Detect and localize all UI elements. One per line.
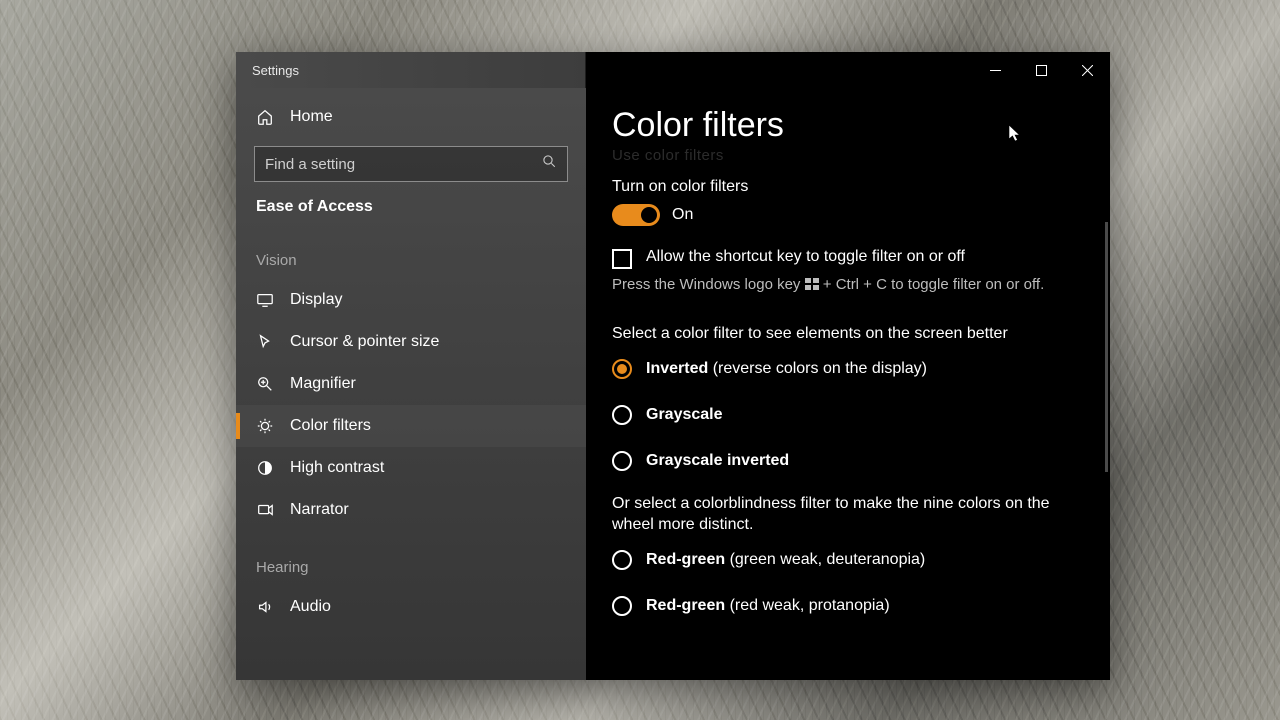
maximize-button[interactable] [1018, 52, 1064, 88]
sidebar-item-narrator[interactable]: Narrator [236, 489, 586, 531]
radio-button[interactable] [612, 359, 632, 379]
scrollbar[interactable] [1105, 222, 1108, 472]
search-input[interactable] [265, 156, 542, 173]
sidebar-item-label: Cursor & pointer size [290, 333, 439, 351]
sidebar-item-label: Audio [290, 598, 331, 616]
radio-button[interactable] [612, 550, 632, 570]
sidebar-item-magnifier[interactable]: Magnifier [236, 363, 586, 405]
radio-grayscale-inverted[interactable]: Grayscale inverted [612, 451, 1084, 471]
cursor-icon [256, 333, 274, 351]
shortcut-checkbox[interactable] [612, 249, 632, 269]
turn-on-label: Turn on color filters [612, 178, 1084, 196]
sidebar-category: Ease of Access [236, 198, 586, 224]
content-pane: Color filters Use color filters Turn on … [586, 88, 1110, 680]
radio-inverted[interactable]: Inverted (reverse colors on the display) [612, 359, 1084, 379]
radio-deuteranopia[interactable]: Red-green (green weak, deuteranopia) [612, 550, 1084, 570]
shortcut-checkbox-label: Allow the shortcut key to toggle filter … [646, 248, 965, 266]
sidebar-item-label: Magnifier [290, 375, 356, 393]
titlebar: Settings [236, 52, 1110, 88]
sidebar-item-color-filters[interactable]: Color filters [236, 405, 586, 447]
section-hearing: Hearing [236, 531, 586, 586]
sidebar-item-audio[interactable]: Audio [236, 586, 586, 616]
audio-icon [256, 598, 274, 616]
filter-select-label: Select a color filter to see elements on… [612, 323, 1082, 345]
radio-button[interactable] [612, 596, 632, 616]
page-title: Color filters [612, 106, 1084, 145]
radio-grayscale[interactable]: Grayscale [612, 405, 1084, 425]
settings-window: Settings Home Ease o [236, 52, 1110, 680]
radio-label: Grayscale inverted [646, 452, 789, 470]
color-filters-toggle[interactable] [612, 204, 660, 226]
search-icon [542, 154, 557, 174]
sidebar-home[interactable]: Home [236, 94, 586, 140]
radio-protanopia[interactable]: Red-green (red weak, protanopia) [612, 596, 1084, 616]
sidebar-item-cursor[interactable]: Cursor & pointer size [236, 321, 586, 363]
radio-label: Red-green (green weak, deuteranopia) [646, 551, 925, 569]
ghost-subtitle: Use color filters [612, 147, 1084, 164]
colorblind-label: Or select a colorblindness filter to mak… [612, 493, 1082, 536]
section-vision: Vision [236, 224, 586, 279]
sidebar-item-label: Color filters [290, 417, 371, 435]
radio-label: Grayscale [646, 406, 723, 424]
radio-button[interactable] [612, 451, 632, 471]
toggle-state: On [672, 206, 693, 224]
sidebar-item-label: Display [290, 291, 342, 309]
sidebar: Home Ease of Access Vision Display [236, 88, 586, 680]
search-box[interactable] [254, 146, 568, 182]
close-button[interactable] [1064, 52, 1110, 88]
color-filters-icon [256, 417, 274, 435]
high-contrast-icon [256, 459, 274, 477]
display-icon [256, 291, 274, 309]
window-title: Settings [236, 63, 299, 78]
radio-label: Red-green (red weak, protanopia) [646, 597, 890, 615]
sidebar-item-label: Narrator [290, 501, 349, 519]
narrator-icon [256, 501, 274, 519]
windows-key-icon [805, 278, 819, 290]
radio-label: Inverted (reverse colors on the display) [646, 360, 927, 378]
magnifier-icon [256, 375, 274, 393]
sidebar-item-label: High contrast [290, 459, 384, 477]
sidebar-home-label: Home [290, 108, 333, 126]
sidebar-item-high-contrast[interactable]: High contrast [236, 447, 586, 489]
shortcut-hint: Press the Windows logo key + Ctrl + C to… [612, 275, 1082, 295]
sidebar-item-display[interactable]: Display [236, 279, 586, 321]
home-icon [256, 108, 274, 126]
minimize-button[interactable] [972, 52, 1018, 88]
radio-button[interactable] [612, 405, 632, 425]
